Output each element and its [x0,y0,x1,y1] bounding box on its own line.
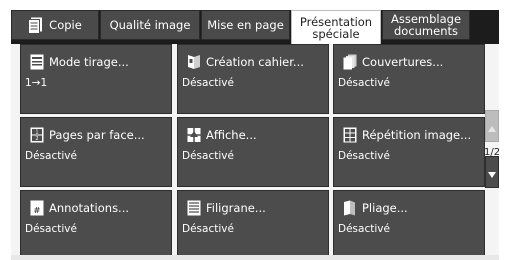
pliage-button[interactable]: Pliage... Désactivé [333,190,485,260]
affiche-value: Désactivé [182,150,234,162]
couvertures-title: Couvertures... [362,55,444,69]
tab-mise-en-page-label: Mise en page [207,18,284,32]
creation-cahier-button[interactable]: Création cahier... Désactivé [177,44,329,114]
feature-panel: Mode tirage... 1→1 Création cahier... Dé… [11,44,485,260]
svg-text:#: # [34,206,41,215]
bottom-border [11,255,499,260]
pliage-title: Pliage... [362,201,408,215]
creation-cahier-value: Désactivé [182,77,234,89]
repetition-image-button[interactable]: Répétition image... Désactivé [333,117,485,187]
triangle-down-icon [488,163,496,182]
mode-tirage-value: 1→1 [25,77,48,89]
scroll-up-button[interactable] [485,110,499,142]
copy-document-icon [28,17,43,34]
tab-copie[interactable]: Copie [11,10,99,40]
tab-copie-label: Copie [49,18,82,32]
affiche-button[interactable]: Affiche... Désactivé [177,117,329,187]
pages-par-face-title: Pages par face... [49,128,145,142]
affiche-title: Affiche... [206,128,257,142]
copy-screen: Copie Qualité image Mise en page Présent… [0,0,510,260]
repetition-image-title: Répétition image... [362,128,472,142]
duplex-mode-icon [30,54,44,70]
covers-icon [343,54,357,70]
tab-assemblage-documents-label: Assemblage documents [390,12,462,38]
pages-par-face-value: Désactivé [25,150,77,162]
pliage-value: Désactivé [338,223,390,235]
scroll-down-button[interactable] [485,156,499,188]
tab-presentation-speciale-label: Présentation spéciale [299,14,373,41]
annotations-icon: # [30,200,44,216]
svg-text:2: 2 [35,136,38,142]
filigrane-title: Filigrane... [206,201,266,215]
couvertures-button[interactable]: Couvertures... Désactivé [333,44,485,114]
filigrane-button[interactable]: Filigrane... Désactivé [177,190,329,260]
svg-text:1: 1 [35,130,38,136]
triangle-up-icon [488,117,496,136]
tab-mise-en-page[interactable]: Mise en page [201,10,290,40]
pages-par-face-button[interactable]: 1 2 Pages par face... Désactivé [20,117,172,187]
mode-tirage-button[interactable]: Mode tirage... 1→1 [20,44,172,114]
pages-per-side-icon: 1 2 [30,127,44,143]
couvertures-value: Désactivé [338,77,390,89]
booklet-icon [187,54,201,70]
annotations-title: Annotations... [49,201,130,215]
creation-cahier-title: Création cahier... [206,55,304,69]
mode-tirage-title: Mode tirage... [49,55,129,69]
tab-qualite-image-label: Qualité image [109,18,191,32]
watermark-icon [187,200,201,216]
repetition-image-value: Désactivé [338,150,390,162]
pager: 1/2 [484,44,500,260]
folding-icon [343,200,357,216]
tab-qualite-image[interactable]: Qualité image [100,10,200,40]
annotations-button[interactable]: # Annotations... Désactivé [20,190,172,260]
poster-icon [187,127,201,143]
image-repeat-icon [343,127,357,143]
tab-bar: Copie Qualité image Mise en page Présent… [11,10,499,44]
tab-presentation-speciale[interactable]: Présentation spéciale [291,10,381,44]
annotations-value: Désactivé [25,223,77,235]
tab-assemblage-documents[interactable]: Assemblage documents [382,10,470,40]
filigrane-value: Désactivé [182,223,234,235]
